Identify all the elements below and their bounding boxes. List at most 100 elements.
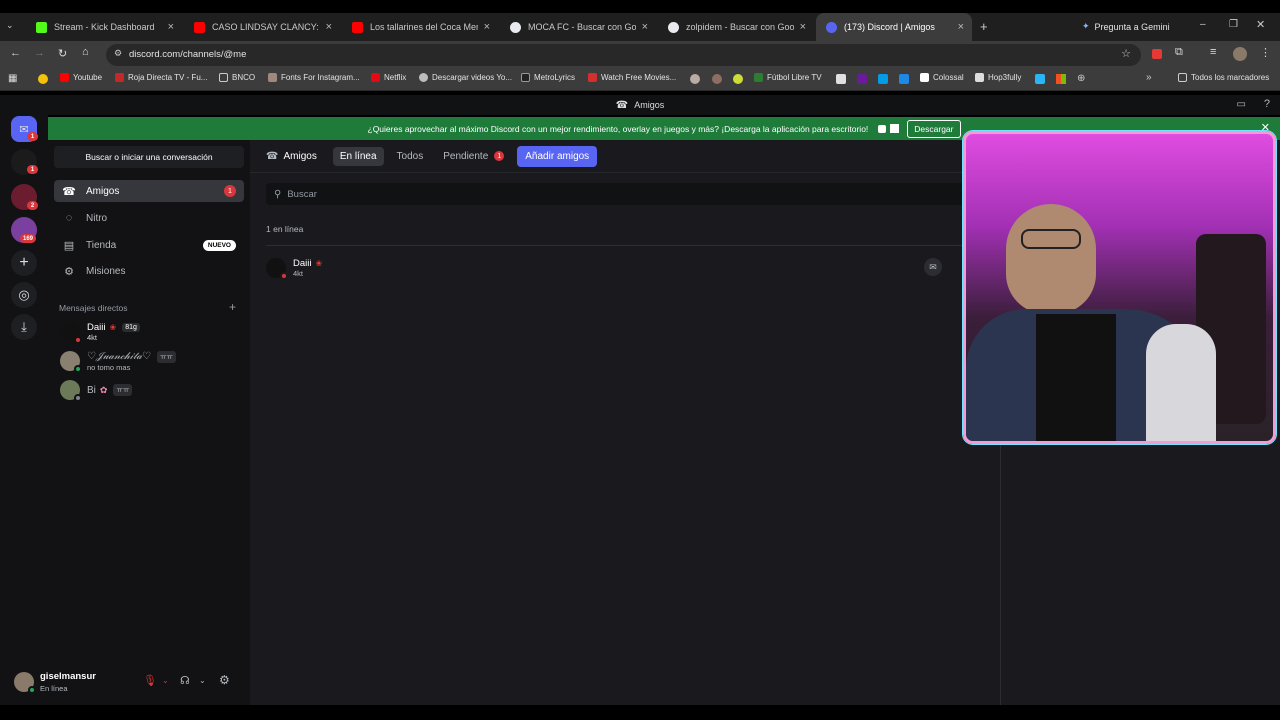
bookmark-item[interactable]: Roja Directa TV - Fu... [115, 73, 207, 82]
microsoft-icon[interactable] [1056, 74, 1066, 84]
chevron-down-icon[interactable]: ⌄ [162, 676, 169, 685]
bookmark-item[interactable]: MetroLyrics [521, 73, 575, 82]
inbox-icon[interactable]: ▭ [1237, 99, 1246, 110]
bookmark-item[interactable]: Fonts For Instagram... [268, 73, 360, 82]
bookmark-icon[interactable] [690, 74, 700, 84]
bookmark-icon[interactable] [733, 74, 743, 84]
browser-tab[interactable]: Stream - Kick Dashboard × [26, 13, 182, 41]
bookmark-star-icon[interactable]: ☆ [1121, 47, 1131, 60]
nav-label: Amigos [86, 185, 120, 197]
menu-icon[interactable]: ⋮ [1260, 46, 1271, 59]
new-dm-icon[interactable]: + [229, 300, 236, 314]
bookmark-item[interactable]: Netflix [371, 73, 406, 82]
bookmark-icon[interactable] [878, 74, 888, 84]
help-icon[interactable]: ? [1264, 98, 1270, 110]
tab-all[interactable]: Todos [390, 147, 431, 166]
friends-badge: 1 [224, 185, 236, 197]
browser-tab[interactable]: MOCA FC - Buscar con Google × [500, 13, 656, 41]
chevron-down-icon[interactable]: ⌄ [199, 676, 206, 685]
bookmark-label: Fútbol Libre TV [767, 73, 822, 82]
add-server-icon[interactable]: + [11, 250, 37, 276]
youtube-icon [194, 21, 205, 33]
shop-icon: ▤ [63, 239, 75, 252]
dm-item[interactable]: ♡𝒥𝓊𝒶𝓃𝒸𝒽𝒾𝓉𝒶♡ ㅠㅠ no tomo mas [54, 347, 244, 375]
close-window-icon[interactable]: ✕ [1256, 18, 1265, 31]
tab-pending[interactable]: Pendiente 1 [436, 147, 511, 166]
nav-nitro[interactable]: ◌ Nitro [54, 207, 244, 229]
bookmark-icon[interactable] [712, 74, 722, 84]
gemini-button[interactable]: ✦ Pregunta a Gemini [1082, 21, 1170, 32]
bookmark-icon[interactable] [1035, 74, 1045, 84]
nav-shop[interactable]: ▤ Tienda NUEVO [54, 234, 244, 256]
bookmark-item[interactable]: Colossal [920, 73, 964, 82]
download-button[interactable]: Descargar [907, 119, 961, 138]
nav-friends[interactable]: ☎ Amigos 1 [54, 180, 244, 202]
browser-tab[interactable]: zolpidem - Buscar con Google × [658, 13, 814, 41]
settings-gear-icon[interactable]: ⚙ [219, 673, 230, 687]
conversation-search[interactable]: Buscar o iniciar una conversación [54, 146, 244, 168]
search-icon: ⚲ [274, 188, 282, 200]
flower-icon: ✿ [99, 384, 108, 395]
dm-item[interactable]: Daiii ❀ 81g 4kt [54, 318, 244, 346]
bookmark-item[interactable]: Hop3fully [975, 73, 1021, 82]
apps-icon[interactable]: ▦ [8, 73, 17, 84]
bookmark-item[interactable]: Fútbol Libre TV [754, 73, 822, 82]
headphones-icon[interactable]: ☊ [180, 674, 190, 687]
bookmark-item[interactable]: Watch Free Movies... [588, 73, 676, 82]
bookmark-icon [920, 73, 929, 82]
friend-row[interactable]: Daiii ❀ 4kt [266, 252, 966, 284]
all-bookmarks[interactable]: Todos los marcadores [1178, 73, 1269, 82]
tab-online[interactable]: En línea [332, 146, 384, 166]
more-bookmarks-icon[interactable]: » [1146, 72, 1152, 83]
bookmark-icon[interactable] [899, 74, 909, 84]
minimize-icon[interactable]: – [1200, 19, 1206, 30]
yahoo-icon[interactable] [857, 74, 867, 84]
message-icon[interactable]: ✉ [924, 258, 942, 276]
smiley-icon[interactable] [38, 74, 48, 84]
address-bar[interactable]: ⚙ discord.com/channels/@me ☆ [106, 44, 1141, 66]
new-tab-icon[interactable]: + [980, 19, 988, 34]
browser-tab[interactable]: Los tallarines del Coca Mendoz... × [342, 13, 498, 41]
friends-search[interactable]: ⚲ Buscar [266, 183, 1000, 205]
back-icon[interactable]: ← [10, 47, 21, 59]
close-icon[interactable]: × [326, 21, 332, 33]
dm-item[interactable]: Bi ✿ ㅠㅠ [54, 376, 244, 404]
bookmark-item[interactable]: BNCO [219, 73, 255, 82]
media-icon[interactable]: ≡ [1210, 46, 1216, 58]
browser-tab-active[interactable]: (173) Discord | Amigos × [816, 13, 972, 41]
download-icon[interactable]: ⤓ [11, 314, 37, 340]
globe-icon[interactable]: ⊕ [1077, 73, 1085, 84]
extensions-icon[interactable]: ⧉ [1175, 46, 1183, 59]
close-icon[interactable]: × [642, 21, 648, 33]
home-icon[interactable]: ⌂ [82, 46, 89, 58]
explore-icon[interactable]: ◎ [11, 282, 37, 308]
nav-label: Misiones [86, 265, 126, 277]
forward-icon[interactable]: → [34, 47, 45, 59]
close-icon[interactable]: × [168, 21, 174, 33]
close-icon[interactable]: × [800, 21, 806, 33]
bookmark-label: MetroLyrics [534, 73, 576, 82]
bookmark-item[interactable]: Youtube [60, 73, 102, 82]
maximize-icon[interactable]: ❐ [1229, 19, 1238, 30]
gemini-icon: ✦ [1082, 21, 1090, 31]
user-avatar[interactable] [14, 672, 36, 694]
add-friend-button[interactable]: Añadir amigos [517, 145, 598, 167]
tab-search-icon[interactable]: ⌄ [6, 20, 20, 34]
bookmark-item[interactable]: Descargar videos Yo... [419, 73, 512, 82]
reload-icon[interactable]: ↻ [58, 47, 67, 60]
browser-toolbar: ← → ↻ ⌂ ⚙ discord.com/channels/@me ☆ ⧉ ≡… [0, 41, 1280, 69]
avatar [266, 258, 288, 280]
nav-quests[interactable]: ⚙ Misiones [54, 260, 244, 282]
bookmark-icon[interactable] [836, 74, 846, 84]
close-icon[interactable]: × [958, 21, 964, 33]
site-info-icon[interactable]: ⚙ [114, 48, 122, 59]
profile-avatar[interactable] [1233, 47, 1247, 61]
close-icon[interactable]: × [484, 21, 490, 33]
mic-muted-icon[interactable]: 🎙 [143, 674, 157, 687]
extension-icon[interactable] [1152, 49, 1162, 59]
person-head [1006, 204, 1096, 314]
bookmark-icon [268, 73, 277, 82]
discord-titlebar: ☎ Amigos ▭ ? [0, 95, 1280, 115]
browser-tab[interactable]: CASO LINDSAY CLANCY: ¿Cola... × [184, 13, 340, 41]
folder-icon [1178, 73, 1187, 82]
